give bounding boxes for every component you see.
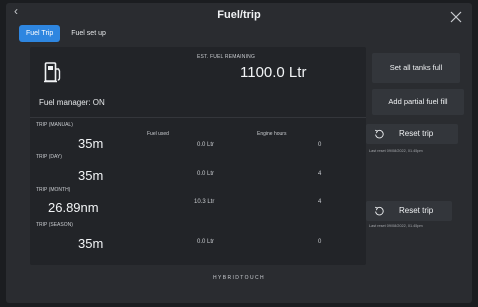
trip-month-label: TRIP (MONTH) — [36, 187, 71, 193]
trip-day-engine-hours: 4 — [318, 171, 322, 177]
trip-manual-distance: 35m — [78, 136, 104, 151]
est-fuel-value: 1100.0 Ltr — [240, 64, 307, 81]
trip-season-fuel-used: 0.0 Ltr — [197, 239, 215, 245]
fuel-manager-status: Fuel manager: ON — [39, 98, 105, 107]
trip-manual-engine-hours: 0 — [318, 142, 322, 148]
tab-fuel-set-up[interactable]: Fuel set up — [64, 25, 113, 42]
fuel-trip-screen: ‹ Fuel/trip Fuel Trip Fuel set up EST. F… — [6, 3, 472, 303]
brand-footer: HYBRIDTOUCH — [213, 275, 265, 281]
add-partial-fuel-fill-button[interactable]: Add partial fuel fill — [372, 89, 464, 115]
reset-trip-button-manual[interactable]: Reset trip — [366, 124, 458, 144]
trip-season-distance: 35m — [78, 236, 104, 251]
close-icon[interactable] — [450, 11, 462, 23]
divider — [30, 117, 366, 118]
trip-day-distance: 35m — [78, 168, 104, 183]
fuel-used-header: Fuel used — [147, 131, 169, 137]
trip-season-label: TRIP (SEASON) — [36, 222, 73, 228]
fuel-pump-icon — [44, 62, 61, 83]
trip-manual-label: TRIP (MANUAL) — [36, 122, 73, 128]
reset-icon — [375, 129, 384, 139]
tab-fuel-trip[interactable]: Fuel Trip — [19, 25, 61, 42]
trip-day-fuel-used: 0.0 Ltr — [197, 171, 215, 177]
trip-season-engine-hours: 0 — [318, 239, 322, 245]
reset-icon — [375, 206, 384, 216]
reset-trip-label: Reset trip — [399, 129, 434, 138]
last-reset-text: Last reset 09/08/2022, 01.45pm — [369, 224, 423, 228]
est-fuel-label: EST. FUEL REMAINING — [197, 54, 256, 60]
tab-bar: Fuel Trip Fuel set up — [19, 25, 113, 42]
set-all-tanks-full-button[interactable]: Set all tanks full — [372, 53, 460, 83]
engine-hours-header: Engine hours — [257, 131, 287, 137]
trip-day-label: TRIP (DAY) — [36, 154, 62, 160]
reset-trip-label: Reset trip — [399, 206, 434, 215]
page-title: Fuel/trip — [217, 9, 261, 21]
reset-trip-button-season[interactable]: Reset trip — [366, 201, 452, 221]
fuel-trip-panel: EST. FUEL REMAINING 1100.0 Ltr Fuel mana… — [30, 47, 366, 265]
trip-month-distance: 26.89nm — [48, 200, 99, 215]
trip-month-engine-hours: 4 — [318, 199, 322, 205]
trip-month-fuel-used: 10.3 Ltr — [194, 199, 215, 205]
last-reset-text: Last reset 09/08/2022, 01.45pm — [369, 149, 423, 153]
trip-manual-fuel-used: 0.0 Ltr — [197, 142, 215, 148]
